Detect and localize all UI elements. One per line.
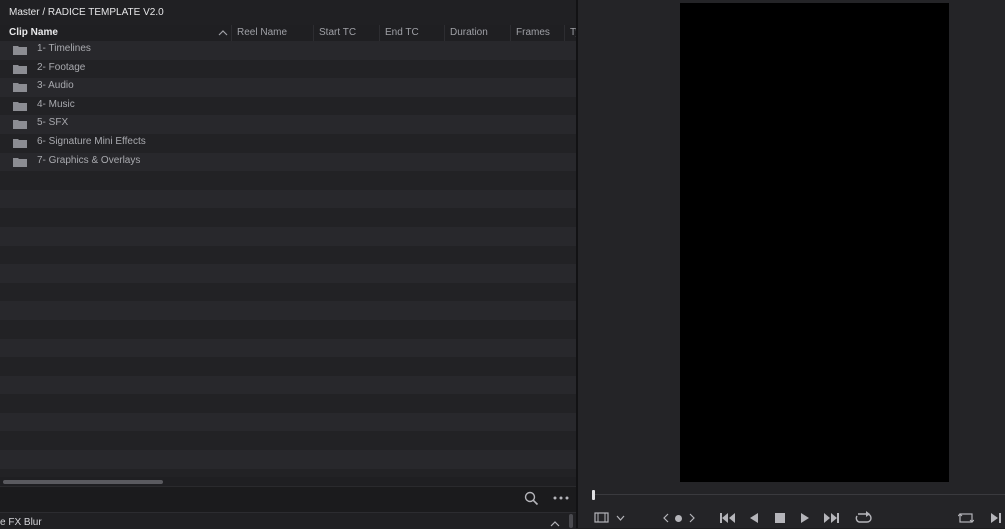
playhead[interactable] — [592, 490, 595, 500]
folder-icon — [13, 157, 27, 167]
empty-row — [0, 301, 576, 320]
empty-row — [0, 226, 576, 246]
folder-row[interactable]: 5- SFX — [0, 115, 576, 134]
folder-icon — [13, 138, 27, 148]
play-icon[interactable] — [800, 512, 810, 524]
empty-row — [0, 450, 576, 469]
folder-label: 4- Music — [37, 98, 75, 110]
column-type[interactable]: Ty — [564, 25, 576, 41]
empty-row — [0, 319, 576, 339]
empty-row — [0, 189, 576, 209]
folder-label: 5- SFX — [37, 117, 69, 129]
empty-row — [0, 412, 576, 432]
empty-row — [0, 245, 576, 265]
empty-row — [0, 282, 576, 302]
scrubber-bar[interactable] — [593, 494, 1005, 495]
folder-icon — [13, 83, 27, 93]
effects-panel-title[interactable]: e FX Blur — [0, 517, 42, 528]
media-pool-footer — [0, 486, 576, 513]
folder-icon — [13, 64, 27, 74]
folder-label: 2- Footage — [37, 61, 86, 73]
column-clip-name[interactable]: Clip Name — [0, 25, 231, 41]
play-reverse-icon[interactable] — [749, 512, 759, 524]
column-duration[interactable]: Duration — [444, 25, 510, 41]
folder-label: 7- Graphics & Overlays — [37, 154, 141, 166]
folder-icon — [13, 46, 27, 55]
folder-row[interactable]: 3- Audio — [0, 78, 576, 97]
folder-row[interactable]: 7- Graphics & Overlays — [0, 152, 576, 172]
empty-row — [0, 338, 576, 358]
folder-row[interactable]: 2- Footage — [0, 59, 576, 79]
empty-row — [0, 357, 576, 376]
skip-to-start-icon[interactable] — [719, 512, 736, 524]
loop-icon[interactable] — [854, 511, 872, 524]
empty-row — [0, 394, 576, 413]
search-icon[interactable] — [524, 491, 539, 506]
empty-row — [0, 264, 576, 283]
more-options-icon[interactable] — [552, 494, 570, 502]
column-reel-name[interactable]: Reel Name — [231, 25, 313, 41]
stop-icon[interactable] — [774, 512, 786, 524]
folder-row[interactable]: 4- Music — [0, 96, 576, 116]
media-pool-panel: Master / RADICE TEMPLATE V2.0 Clip Name … — [0, 0, 576, 529]
column-end-tc[interactable]: End TC — [379, 25, 444, 41]
empty-row — [0, 171, 576, 190]
folder-row[interactable]: 6- Signature Mini Effects — [0, 133, 576, 153]
jog-dot-icon[interactable] — [674, 514, 683, 523]
breadcrumb[interactable]: Master / RADICE TEMPLATE V2.0 — [9, 7, 164, 18]
column-header-row: Clip Name Reel Name Start TC End TC Dura… — [0, 25, 576, 42]
column-start-tc[interactable]: Start TC — [313, 25, 379, 41]
match-frame-icon[interactable] — [958, 512, 974, 524]
jog-right-icon[interactable] — [689, 513, 696, 523]
empty-row — [0, 208, 576, 227]
folder-icon — [13, 101, 27, 111]
chevron-up-icon[interactable] — [550, 520, 560, 527]
column-frames[interactable]: Frames — [510, 25, 564, 41]
chevron-down-icon[interactable] — [616, 515, 625, 521]
clip-list: 1- Timelines 2- Footage 3- Audio 4- Music 5-… — [0, 41, 576, 485]
folder-row[interactable]: 1- Timelines — [0, 41, 576, 60]
empty-row — [0, 431, 576, 451]
effects-panel-scrollbar[interactable] — [569, 514, 573, 528]
folder-label: 1- Timelines — [37, 43, 91, 54]
folder-icon — [13, 120, 27, 130]
folder-label: 3- Audio — [37, 80, 74, 92]
viewer-canvas[interactable] — [680, 3, 949, 482]
sort-ascending-icon[interactable] — [218, 29, 228, 37]
next-frame-icon[interactable] — [990, 512, 1002, 524]
horizontal-scrollbar-thumb[interactable] — [3, 480, 163, 484]
folder-label: 6- Signature Mini Effects — [37, 135, 146, 147]
empty-row — [0, 375, 576, 395]
jog-left-icon[interactable] — [662, 513, 669, 523]
aspect-icon[interactable] — [594, 512, 609, 523]
effects-panel-header — [0, 512, 576, 529]
media-pool-header: Master / RADICE TEMPLATE V2.0 — [0, 0, 576, 26]
skip-to-end-icon[interactable] — [823, 512, 840, 524]
